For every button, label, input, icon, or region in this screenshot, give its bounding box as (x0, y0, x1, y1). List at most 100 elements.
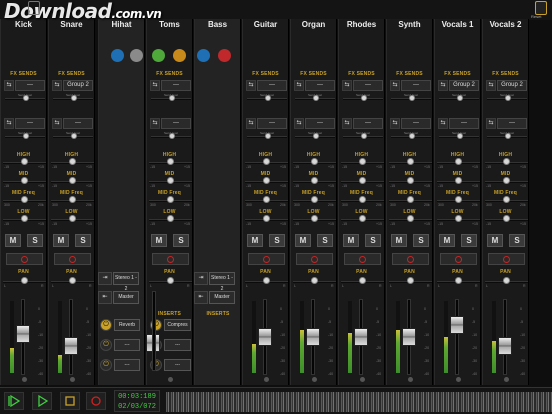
mute-button[interactable]: M (439, 234, 455, 247)
mute-button[interactable]: M (391, 234, 407, 247)
play-button[interactable] (32, 392, 52, 410)
eq-high-knob[interactable] (69, 158, 76, 165)
send-level-knob[interactable] (505, 95, 511, 101)
fx-send-destination[interactable]: --- (401, 118, 431, 129)
channel-select-dot[interactable] (264, 377, 269, 382)
insert-slot[interactable]: --- (114, 359, 140, 371)
fx-send-destination[interactable]: --- (353, 118, 383, 129)
output-routing[interactable]: ⇥ Stereo 1 - 2 (98, 272, 139, 292)
pan-knob[interactable] (407, 277, 414, 284)
color-gray-swatch[interactable] (130, 49, 143, 62)
solo-button[interactable]: S (509, 234, 525, 247)
fx-send-destination[interactable]: --- (257, 80, 287, 91)
record-arm-button[interactable] (54, 253, 91, 265)
eq-low-knob[interactable] (407, 215, 414, 222)
send-level-slider[interactable]: Send level (487, 131, 527, 139)
send-level-knob[interactable] (71, 133, 77, 139)
channel-select-dot[interactable] (456, 377, 461, 382)
eq-mid-knob[interactable] (69, 177, 76, 184)
eq-mid-freq-knob[interactable] (503, 196, 510, 203)
eq-mid-knob[interactable] (21, 177, 28, 184)
send-level-slider[interactable]: Send level (391, 93, 431, 101)
eq-low-knob[interactable] (69, 215, 76, 222)
eq-mid-freq-knob[interactable] (167, 196, 174, 203)
mute-button[interactable]: M (487, 234, 503, 247)
send-level-knob[interactable] (23, 133, 29, 139)
send-level-slider[interactable]: Send level (247, 131, 287, 139)
eq-low-knob[interactable] (503, 215, 510, 222)
eq-mid-freq-knob[interactable] (455, 196, 462, 203)
fader-handle[interactable] (16, 325, 30, 344)
record-arm-button[interactable] (152, 253, 189, 265)
send-level-knob[interactable] (71, 95, 77, 101)
eq-mid-knob[interactable] (311, 177, 318, 184)
eq-mid-freq-knob[interactable] (21, 196, 28, 203)
color-red-swatch[interactable] (218, 49, 231, 62)
fx-send-destination[interactable]: --- (15, 80, 45, 91)
eq-high-knob[interactable] (359, 158, 366, 165)
eq-low-knob[interactable] (167, 215, 174, 222)
send-routing-icon[interactable]: ⇆ (52, 118, 62, 129)
send-level-slider[interactable]: Send level (343, 131, 383, 139)
send-level-knob[interactable] (361, 133, 367, 139)
pan-knob[interactable] (167, 277, 174, 284)
send-routing-icon[interactable]: ⇆ (390, 118, 400, 129)
insert-slot[interactable]: --- (164, 339, 191, 351)
eq-mid-knob[interactable] (263, 177, 270, 184)
solo-button[interactable]: S (27, 234, 43, 247)
document-icon[interactable] (28, 1, 40, 15)
record-arm-button[interactable] (440, 253, 477, 265)
pan-knob[interactable] (21, 277, 28, 284)
send-routing-icon[interactable]: ⇆ (342, 118, 352, 129)
fx-send-destination[interactable]: --- (497, 118, 527, 129)
eq-high-knob[interactable] (167, 158, 174, 165)
color-orange-swatch[interactable] (173, 49, 186, 62)
output-destination[interactable]: Stereo 1 - 2 (113, 272, 139, 292)
insert-power-icon[interactable]: ⏻ (100, 359, 112, 371)
send-level-slider[interactable]: Send level (295, 131, 335, 139)
send-routing-icon[interactable]: ⇆ (486, 80, 496, 91)
record-arm-button[interactable] (6, 253, 43, 265)
insert-power-icon[interactable]: ⏻ (100, 319, 112, 331)
fx-send-destination[interactable]: Group 2 (449, 80, 479, 91)
fx-send-destination[interactable]: --- (15, 118, 45, 129)
fx-send-destination[interactable]: --- (305, 80, 335, 91)
eq-low-knob[interactable] (455, 215, 462, 222)
mute-button[interactable]: M (53, 234, 69, 247)
send-routing-icon[interactable]: ⇆ (294, 80, 304, 91)
eq-high-knob[interactable] (311, 158, 318, 165)
send-level-knob[interactable] (457, 133, 463, 139)
channel-select-dot[interactable] (70, 377, 75, 382)
fx-send-destination[interactable]: --- (63, 118, 93, 129)
send-level-knob[interactable] (265, 133, 271, 139)
eq-low-knob[interactable] (263, 215, 270, 222)
send-routing-icon[interactable]: ⇆ (4, 80, 14, 91)
send-level-slider[interactable]: Send level (343, 93, 383, 101)
pan-knob[interactable] (263, 277, 270, 284)
color-blue-swatch[interactable] (111, 49, 124, 62)
mute-button[interactable]: M (5, 234, 21, 247)
record-arm-button[interactable] (344, 253, 381, 265)
output-routing[interactable]: ⇥ Stereo 1 - 2 (194, 272, 235, 292)
send-level-knob[interactable] (409, 95, 415, 101)
channel-select-dot[interactable] (504, 377, 509, 382)
insert-slot[interactable]: Reverb (114, 319, 140, 331)
send-routing-icon[interactable]: ⇆ (486, 118, 496, 129)
send-routing-icon[interactable]: ⇆ (438, 118, 448, 129)
send-level-slider[interactable]: Send level (5, 131, 45, 139)
channel-select-dot[interactable] (168, 377, 173, 382)
fx-send-destination[interactable]: Group 2 (63, 80, 93, 91)
insert-power-icon[interactable]: ⏻ (100, 339, 112, 351)
send-level-slider[interactable]: Send level (53, 93, 93, 101)
send-level-slider[interactable]: Send level (247, 93, 287, 101)
fx-send-destination[interactable]: --- (257, 118, 287, 129)
fader-handle[interactable] (306, 328, 320, 346)
send-level-slider[interactable]: Send level (391, 131, 431, 139)
solo-button[interactable]: S (269, 234, 285, 247)
mute-button[interactable]: M (151, 234, 167, 247)
fader-handle[interactable] (402, 328, 416, 346)
color-green-swatch[interactable] (152, 49, 165, 62)
eq-mid-freq-knob[interactable] (263, 196, 270, 203)
send-level-knob[interactable] (457, 95, 463, 101)
send-routing-icon[interactable]: ⇆ (294, 118, 304, 129)
